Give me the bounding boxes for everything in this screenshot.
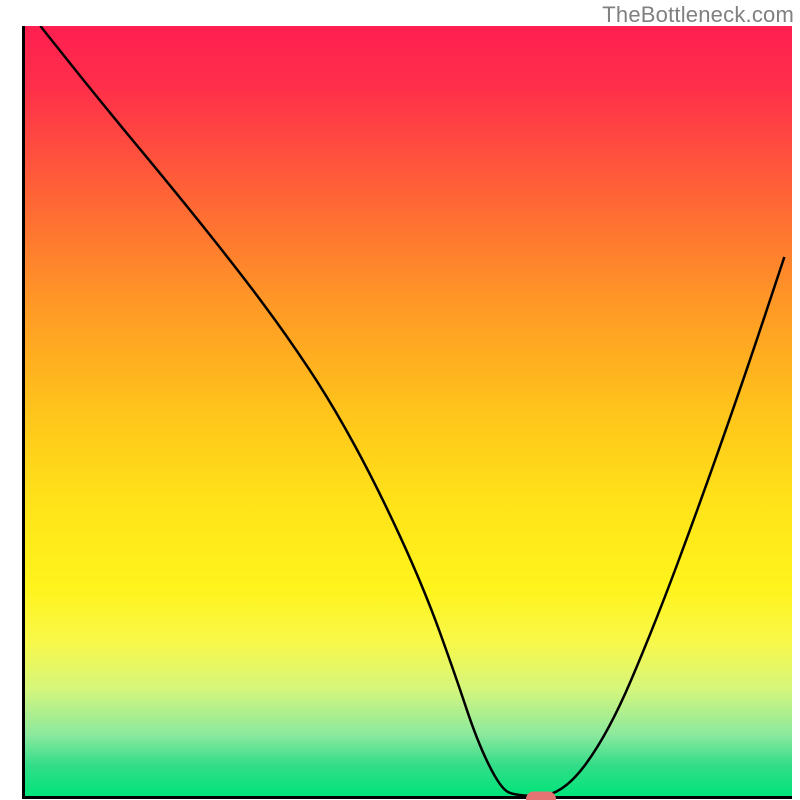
plot-area	[22, 26, 792, 799]
bottleneck-chart: TheBottleneck.com	[0, 0, 800, 800]
optimal-marker	[526, 792, 556, 800]
bottleneck-curve-path	[40, 26, 784, 796]
attribution-label: TheBottleneck.com	[602, 2, 794, 28]
curve-overlay	[25, 26, 792, 796]
